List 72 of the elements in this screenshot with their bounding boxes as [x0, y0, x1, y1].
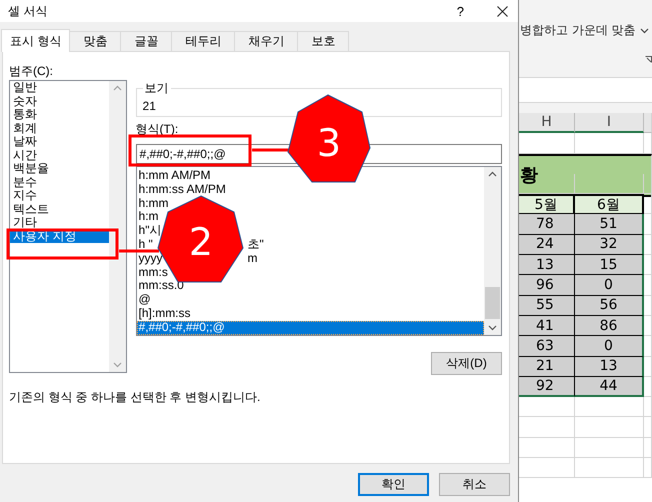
- window-title: 셀 서식: [8, 2, 48, 20]
- format-item[interactable]: @: [136, 293, 484, 307]
- category-item[interactable]: 통화: [10, 108, 109, 122]
- category-label: 범주(C):: [9, 64, 54, 78]
- format-item[interactable]: 초": [248, 238, 264, 252]
- table-cell: 13: [575, 356, 644, 377]
- table-cell: 황: [519, 154, 652, 197]
- preview-label: 보기: [144, 80, 170, 97]
- table-cell: [575, 458, 644, 478]
- category-item[interactable]: 텍스트: [10, 202, 109, 216]
- preview-value: 21: [142, 99, 157, 113]
- description-text: 기존의 형식 중 하나를 선택한 후 변형시킵니다.: [9, 389, 262, 406]
- delete-button[interactable]: 삭제(D): [431, 352, 502, 375]
- table-cell: 21: [519, 356, 575, 377]
- table-cell: 63: [519, 336, 575, 357]
- format-item[interactable]: yyyy: [138, 250, 163, 265]
- table-cell: 32: [575, 234, 644, 256]
- table-cell: 6월: [575, 194, 644, 214]
- category-item[interactable]: 숫자: [10, 94, 109, 108]
- help-button[interactable]: ?: [456, 4, 464, 18]
- table-cell: 15: [575, 255, 644, 276]
- dialog-launcher-icon[interactable]: [645, 56, 652, 63]
- category-item[interactable]: 일반: [10, 81, 109, 94]
- close-icon[interactable]: [497, 6, 508, 16]
- column-header[interactable]: H: [519, 113, 575, 134]
- category-item[interactable]: 회계: [10, 122, 109, 135]
- category-item[interactable]: 백분율: [10, 162, 109, 176]
- tab[interactable]: 표시 형식: [1, 29, 70, 52]
- category-item[interactable]: 기타: [10, 216, 109, 230]
- table-cell: 44: [575, 376, 644, 398]
- tab[interactable]: 보호: [297, 31, 350, 51]
- format-item[interactable]: #,##0;-#,##0;;@: [136, 320, 484, 335]
- format-item[interactable]: mm:ss.0: [136, 279, 484, 294]
- table-cell: 86: [575, 316, 644, 336]
- category-item[interactable]: 분수: [10, 176, 109, 189]
- table-cell: 96: [519, 275, 575, 296]
- table-cell: 51: [575, 214, 644, 235]
- table-cell: 55: [519, 296, 575, 316]
- scroll-down-icon[interactable]: [488, 325, 497, 331]
- leader-line: [252, 148, 289, 152]
- format-item[interactable]: mm:s: [136, 266, 484, 280]
- scroll-thumb[interactable]: [485, 287, 500, 319]
- category-item[interactable]: 지수: [10, 189, 109, 202]
- dropdown-caret-icon[interactable]: [640, 28, 649, 34]
- category-item[interactable]: 시간: [10, 148, 109, 162]
- table-cell: 41: [519, 316, 575, 336]
- format-item[interactable]: h:mm AM/PM: [136, 169, 484, 183]
- format-item[interactable]: [h]:mm:ss: [136, 306, 484, 321]
- scroll-up-icon[interactable]: [488, 171, 497, 177]
- ok-button[interactable]: 확인: [358, 473, 429, 496]
- table-cell: [575, 438, 644, 458]
- format-label: 형식(T):: [136, 122, 180, 136]
- table-cell: 56: [575, 296, 644, 316]
- table-cell: [575, 397, 644, 418]
- table-cell: 13: [519, 255, 575, 276]
- format-item[interactable]: h ": [138, 236, 153, 251]
- category-item[interactable]: 날짜: [10, 135, 109, 148]
- table-cell: 5월: [519, 194, 575, 214]
- cancel-button[interactable]: 취소: [439, 473, 510, 496]
- table-cell: [575, 417, 644, 438]
- table-cell: 78: [519, 214, 575, 235]
- format-item[interactable]: h:mm:ss AM/PM: [136, 182, 484, 197]
- format-item[interactable]: m: [248, 252, 258, 266]
- table-cell: 24: [519, 234, 575, 256]
- table-cell: 92: [519, 376, 575, 398]
- leader-line: [119, 250, 159, 252]
- merge-center-label[interactable]: 병합하고 가운데 맞춤: [520, 22, 636, 39]
- format-item[interactable]: h:mm: [136, 196, 484, 210]
- table-cell: 0: [575, 275, 644, 296]
- column-header[interactable]: I: [575, 113, 644, 134]
- category-list[interactable]: 일반 숫자 통화 회계 날짜 시간 백분율 분수 지수 텍스트 기타 사용자 지정: [9, 80, 127, 373]
- table-cell: 0: [575, 336, 644, 357]
